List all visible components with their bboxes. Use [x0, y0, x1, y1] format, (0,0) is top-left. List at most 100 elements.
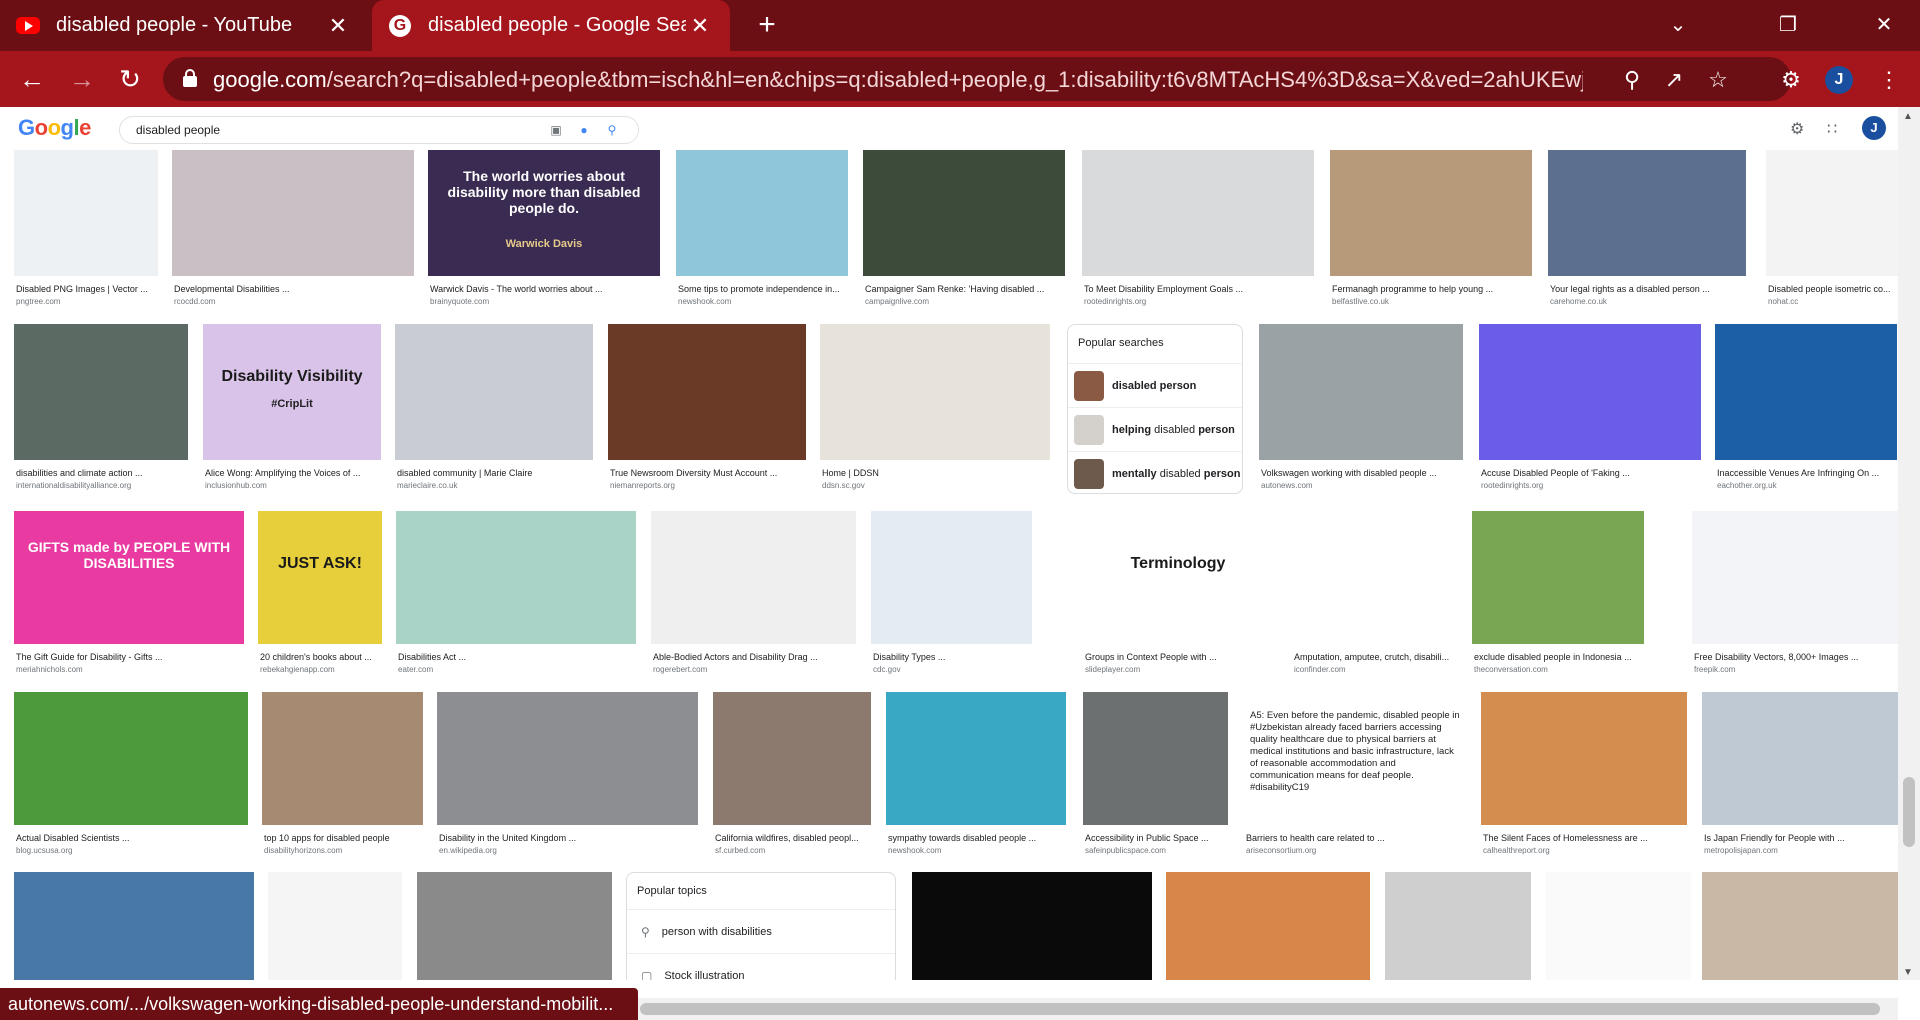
result-source[interactable]: ddsn.sc.gov [822, 481, 1048, 490]
result-source[interactable]: niemanreports.org [610, 481, 804, 490]
image-result[interactable]: Disability Types ... cdc.gov [871, 511, 1032, 680]
scroll-up-arrow[interactable]: ▲ [1903, 111, 1913, 122]
image-result[interactable] [1385, 872, 1531, 980]
result-caption[interactable]: Your legal rights as a disabled person .… [1550, 284, 1744, 294]
result-source[interactable]: belfastlive.co.uk [1332, 297, 1530, 306]
result-caption[interactable]: sympathy towards disabled people ... [888, 833, 1064, 843]
close-tab-icon[interactable]: ✕ [686, 13, 714, 39]
image-result[interactable]: The world worries about disability more … [428, 150, 660, 312]
result-thumbnail[interactable] [14, 692, 248, 825]
image-result[interactable]: Inaccessible Venues Are Infringing On ..… [1715, 324, 1897, 496]
result-source[interactable]: brainyquote.com [430, 297, 658, 306]
result-thumbnail[interactable] [1472, 511, 1644, 644]
result-caption[interactable]: Disabled PNG Images | Vector ... [16, 284, 156, 294]
popular-topic-item[interactable]: ▢ Stock illustration [627, 953, 895, 980]
result-thumbnail[interactable] [651, 511, 856, 644]
result-thumbnail[interactable] [1702, 692, 1898, 825]
result-source[interactable]: rebekahgienapp.com [260, 665, 380, 674]
result-thumbnail[interactable] [268, 872, 402, 980]
popular-search-item[interactable]: mentally disabled person [1068, 451, 1242, 495]
result-thumbnail[interactable] [14, 150, 158, 276]
image-result[interactable]: Disabilities Act ... eater.com [396, 511, 636, 680]
result-thumbnail[interactable] [395, 324, 593, 460]
result-caption[interactable]: Home | DDSN [822, 468, 1048, 478]
result-caption[interactable]: Disabled people isometric co... [1768, 284, 1896, 294]
result-thumbnail[interactable] [1766, 150, 1898, 276]
profile-avatar[interactable]: J [1825, 66, 1853, 94]
forward-button[interactable]: → [62, 59, 102, 99]
result-source[interactable]: metropolisjapan.com [1704, 846, 1896, 855]
scrollbar-thumb[interactable] [1903, 777, 1915, 847]
reload-button[interactable]: ↻ [110, 59, 150, 99]
image-result[interactable] [912, 872, 1152, 980]
result-thumbnail[interactable] [1292, 511, 1458, 644]
result-thumbnail[interactable] [417, 872, 612, 980]
scrollbar-thumb[interactable] [640, 1003, 1880, 1015]
result-thumbnail[interactable] [713, 692, 871, 825]
image-result[interactable]: GIFTS made by PEOPLE WITH DISABILITIES Th… [14, 511, 244, 680]
result-source[interactable]: rootedinrights.org [1084, 297, 1312, 306]
result-caption[interactable]: Inaccessible Venues Are Infringing On ..… [1717, 468, 1895, 478]
new-tab-button[interactable]: + [748, 6, 786, 44]
result-caption[interactable]: Amputation, amputee, crutch, disabili... [1294, 652, 1456, 662]
result-thumbnail[interactable] [863, 150, 1065, 276]
result-thumbnail[interactable] [1702, 872, 1898, 980]
image-result[interactable]: True Newsroom Diversity Must Account ...… [608, 324, 806, 496]
result-caption[interactable]: California wildfires, disabled peopl... [715, 833, 869, 843]
result-source[interactable]: eater.com [398, 665, 634, 674]
popular-search-item[interactable]: helping disabled person [1068, 407, 1242, 451]
back-button[interactable]: ← [12, 59, 52, 99]
result-thumbnail[interactable] [1259, 324, 1463, 460]
image-result[interactable]: The Silent Faces of Homelessness are ...… [1481, 692, 1687, 861]
search-icon[interactable]: ⚲ [1617, 65, 1647, 95]
image-result[interactable] [1702, 872, 1898, 980]
result-thumbnail[interactable] [172, 150, 414, 276]
image-result[interactable] [1546, 872, 1691, 980]
image-result[interactable]: To Meet Disability Employment Goals ... r… [1082, 150, 1314, 312]
result-source[interactable]: disabilityhorizons.com [264, 846, 421, 855]
result-caption[interactable]: Fermanagh programme to help young ... [1332, 284, 1530, 294]
result-thumbnail[interactable] [1692, 511, 1898, 644]
result-thumbnail[interactable] [608, 324, 806, 460]
result-caption[interactable]: Some tips to promote independence in... [678, 284, 846, 294]
result-source[interactable]: iconfinder.com [1294, 665, 1456, 674]
result-source[interactable]: safeinpublicspace.com [1085, 846, 1226, 855]
result-caption[interactable]: Disability in the United Kingdom ... [439, 833, 696, 843]
url-text[interactable]: google.com/search?q=disabled+people&tbm=… [213, 67, 1583, 93]
image-result[interactable]: Disability in the United Kingdom ... en.w… [437, 692, 698, 861]
result-caption[interactable]: Groups in Context People with ... [1085, 652, 1271, 662]
apps-grid-icon[interactable]: ∷ [1827, 119, 1837, 139]
result-caption[interactable]: Warwick Davis - The world worries about … [430, 284, 658, 294]
image-result[interactable]: top 10 apps for disabled people disabilit… [262, 692, 423, 861]
tab-youtube[interactable]: disabled people - YouTube ✕ [0, 0, 368, 51]
image-result[interactable]: Volkswagen working with disabled people … [1259, 324, 1463, 496]
result-thumbnail[interactable] [886, 692, 1066, 825]
result-source[interactable]: carehome.co.uk [1550, 297, 1744, 306]
result-source[interactable]: pngtree.com [16, 297, 156, 306]
result-caption[interactable]: Is Japan Friendly for People with ... [1704, 833, 1896, 843]
result-thumbnail[interactable] [1385, 872, 1531, 980]
result-thumbnail[interactable] [14, 872, 254, 980]
image-result[interactable] [1166, 872, 1370, 980]
image-result[interactable]: Some tips to promote independence in... n… [676, 150, 848, 312]
share-icon[interactable]: ↗ [1659, 65, 1689, 95]
bookmark-star-icon[interactable]: ☆ [1703, 65, 1733, 95]
image-result[interactable]: Actual Disabled Scientists ... blog.ucsus… [14, 692, 248, 861]
result-caption[interactable]: disabilities and climate action ... [16, 468, 186, 478]
result-source[interactable]: freepik.com [1694, 665, 1896, 674]
result-source[interactable]: slideplayer.com [1085, 665, 1271, 674]
result-thumbnail[interactable] [1083, 692, 1228, 825]
result-thumbnail[interactable] [437, 692, 698, 825]
result-caption[interactable]: Accessibility in Public Space ... [1085, 833, 1226, 843]
result-thumbnail[interactable]: Terminology [1083, 511, 1273, 644]
result-thumbnail[interactable] [676, 150, 848, 276]
result-source[interactable]: calhealthreport.org [1483, 846, 1685, 855]
result-caption[interactable]: Actual Disabled Scientists ... [16, 833, 246, 843]
image-result[interactable] [14, 872, 254, 980]
result-source[interactable]: rootedinrights.org [1481, 481, 1699, 490]
tab-search-icon[interactable]: ⌄ [1650, 6, 1706, 44]
image-result[interactable]: Is Japan Friendly for People with ... met… [1702, 692, 1898, 861]
result-caption[interactable]: Free Disability Vectors, 8,000+ Images .… [1694, 652, 1896, 662]
image-result[interactable]: exclude disabled people in Indonesia ...… [1472, 511, 1644, 680]
image-result[interactable]: Developmental Disabilities ... rcocdd.com [172, 150, 414, 312]
